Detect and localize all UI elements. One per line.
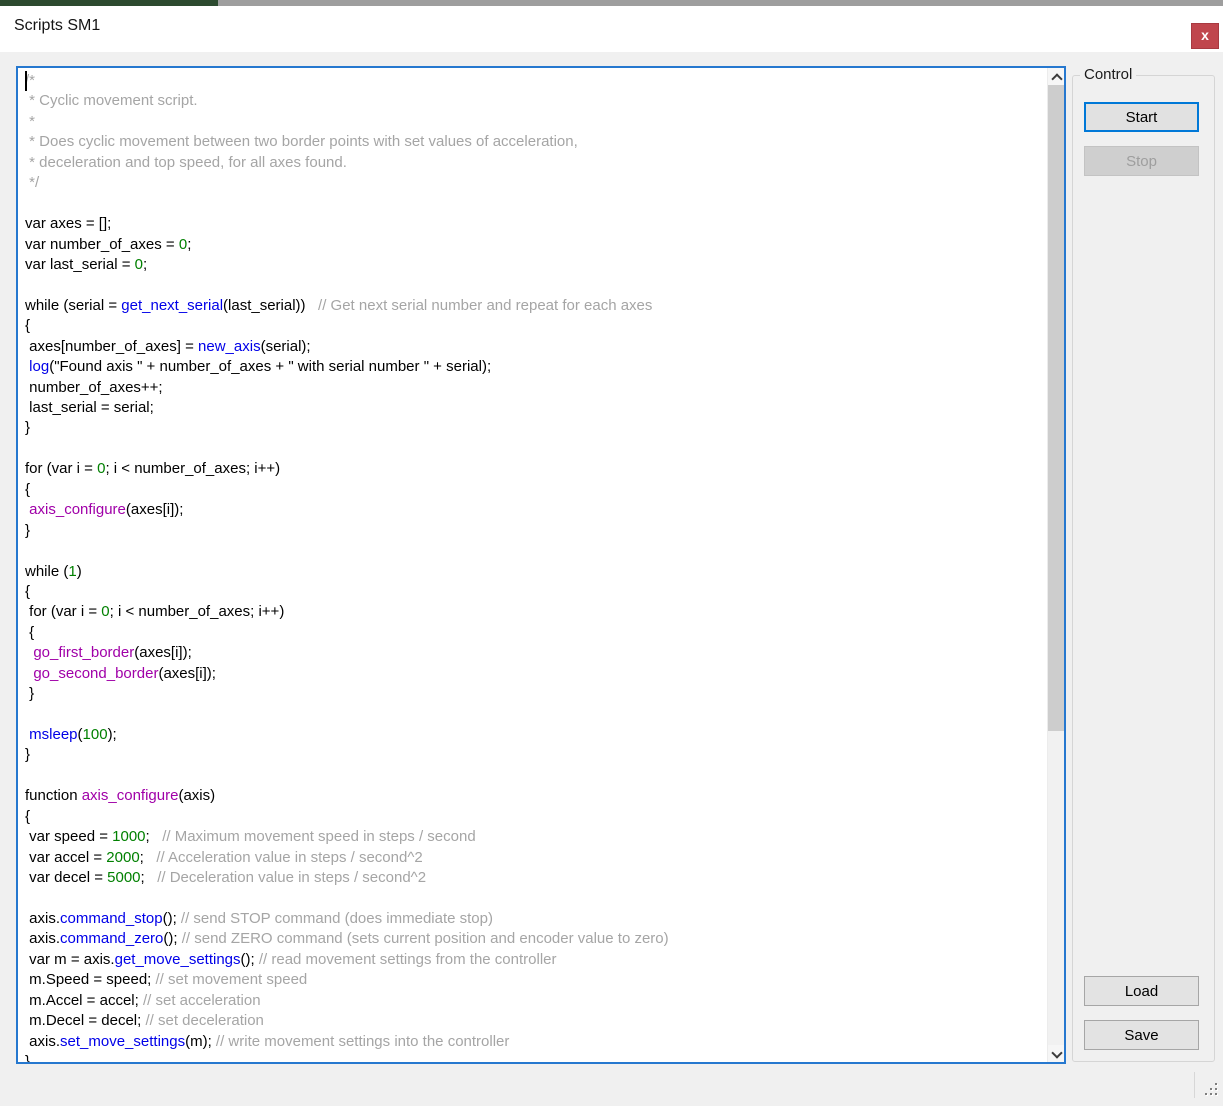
statusbar-separator <box>1194 1072 1195 1098</box>
code-line: } <box>25 1052 1047 1062</box>
code-line: } <box>25 684 1047 704</box>
chevron-up-icon <box>1051 73 1062 84</box>
resize-grip[interactable] <box>1205 1083 1207 1085</box>
code-line: } <box>25 418 1047 438</box>
scrollbar-thumb[interactable] <box>1048 85 1064 731</box>
window-title: Scripts SM1 <box>14 17 100 35</box>
code-line: var axes = []; <box>25 214 1047 234</box>
code-line: * <box>25 112 1047 132</box>
code-line <box>25 541 1047 561</box>
code-line: var accel = 2000; // Acceleration value … <box>25 848 1047 868</box>
stop-button[interactable]: Stop <box>1084 146 1199 176</box>
code-line: var m = axis.get_move_settings(); // rea… <box>25 950 1047 970</box>
text-caret <box>25 71 27 91</box>
code-line: * Cyclic movement script. <box>25 91 1047 111</box>
code-line: } <box>25 745 1047 765</box>
code-line: for (var i = 0; i < number_of_axes; i++) <box>25 602 1047 622</box>
code-line: m.Decel = decel; // set deceleration <box>25 1011 1047 1031</box>
code-line: } <box>25 521 1047 541</box>
code-line: /* <box>25 71 1047 91</box>
chevron-down-icon <box>1051 1047 1062 1058</box>
scrollbar-up-button[interactable] <box>1048 68 1064 85</box>
code-content[interactable]: /* * Cyclic movement script. * * Does cy… <box>18 68 1047 1062</box>
code-line: { <box>25 480 1047 500</box>
code-line: m.Accel = accel; // set acceleration <box>25 991 1047 1011</box>
code-line: { <box>25 807 1047 827</box>
editor-scrollbar[interactable] <box>1047 68 1064 1062</box>
control-group-label: Control <box>1080 66 1136 83</box>
code-line: { <box>25 623 1047 643</box>
code-line: last_serial = serial; <box>25 398 1047 418</box>
code-line <box>25 889 1047 909</box>
code-line: while (serial = get_next_serial(last_ser… <box>25 296 1047 316</box>
control-groupbox: Control Start Stop Load Save <box>1072 75 1215 1062</box>
code-line: m.Speed = speed; // set movement speed <box>25 970 1047 990</box>
code-line: var last_serial = 0; <box>25 255 1047 275</box>
code-line <box>25 766 1047 786</box>
code-line: axis.set_move_settings(m); // write move… <box>25 1032 1047 1052</box>
code-line: for (var i = 0; i < number_of_axes; i++) <box>25 459 1047 479</box>
code-line: axis_configure(axes[i]); <box>25 500 1047 520</box>
scripts-window: Scripts SM1 x /* * Cyclic movement scrip… <box>0 0 1223 1106</box>
code-line: */ <box>25 173 1047 193</box>
code-line <box>25 439 1047 459</box>
code-line: var speed = 1000; // Maximum movement sp… <box>25 827 1047 847</box>
code-line: * deceleration and top speed, for all ax… <box>25 153 1047 173</box>
code-line: axis.command_zero(); // send ZERO comman… <box>25 929 1047 949</box>
code-line: var decel = 5000; // Deceleration value … <box>25 868 1047 888</box>
code-line: number_of_axes++; <box>25 378 1047 398</box>
code-line: function axis_configure(axis) <box>25 786 1047 806</box>
title-bar: Scripts SM1 x <box>0 6 1223 52</box>
code-line: { <box>25 316 1047 336</box>
code-line: var number_of_axes = 0; <box>25 235 1047 255</box>
code-line: * Does cyclic movement between two borde… <box>25 132 1047 152</box>
code-line: axes[number_of_axes] = new_axis(serial); <box>25 337 1047 357</box>
start-button[interactable]: Start <box>1084 102 1199 132</box>
close-button[interactable]: x <box>1191 23 1219 49</box>
script-editor[interactable]: /* * Cyclic movement script. * * Does cy… <box>16 66 1066 1064</box>
code-line: log("Found axis " + number_of_axes + " w… <box>25 357 1047 377</box>
code-line: axis.command_stop(); // send STOP comman… <box>25 909 1047 929</box>
code-line: while (1) <box>25 562 1047 582</box>
code-line: go_second_border(axes[i]); <box>25 664 1047 684</box>
code-line <box>25 275 1047 295</box>
scrollbar-down-button[interactable] <box>1048 1045 1064 1062</box>
code-line: { <box>25 582 1047 602</box>
scrollbar-track[interactable] <box>1048 85 1064 1045</box>
load-button[interactable]: Load <box>1084 976 1199 1006</box>
save-button[interactable]: Save <box>1084 1020 1199 1050</box>
code-line <box>25 194 1047 214</box>
code-line: msleep(100); <box>25 725 1047 745</box>
close-icon: x <box>1201 28 1209 42</box>
code-line: go_first_border(axes[i]); <box>25 643 1047 663</box>
code-line <box>25 705 1047 725</box>
